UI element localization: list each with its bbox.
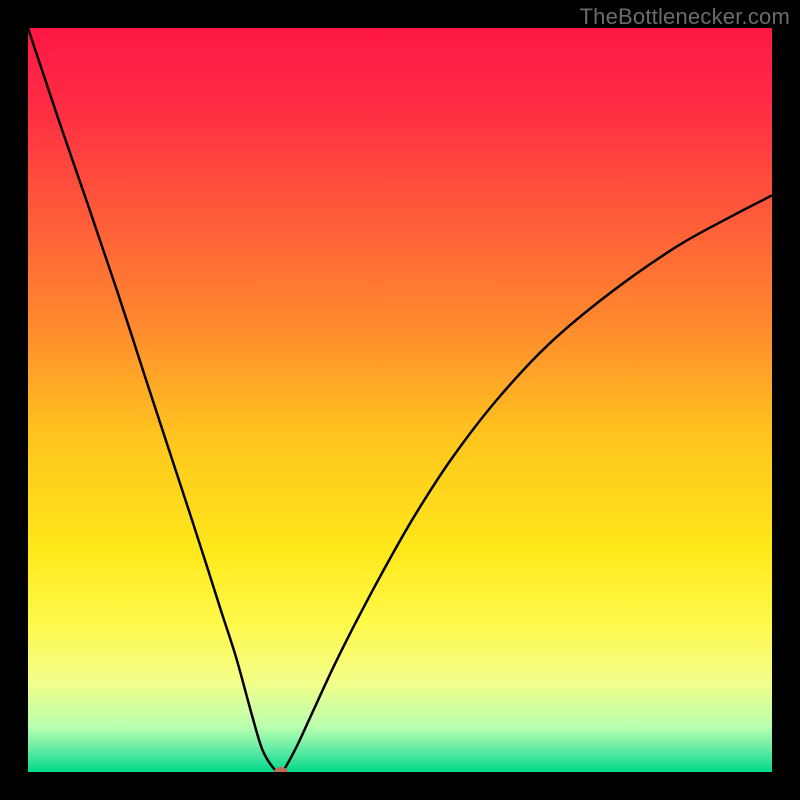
attribution-text: TheBottlenecker.com <box>580 4 790 30</box>
gradient-background <box>28 28 772 772</box>
chart-container <box>28 28 772 772</box>
bottleneck-chart <box>28 28 772 772</box>
